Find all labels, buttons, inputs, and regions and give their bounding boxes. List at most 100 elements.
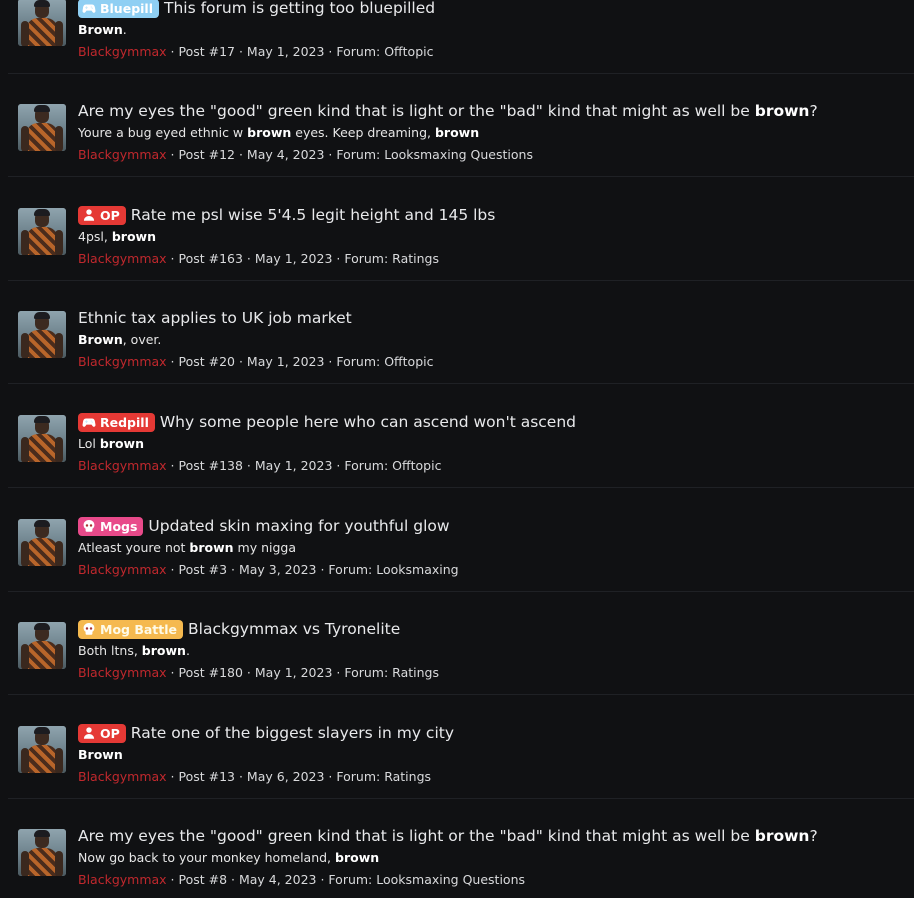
post-number[interactable]: Post #8 [178,872,227,887]
author-link[interactable]: Blackgymmax [78,872,167,887]
prefix-badge-op[interactable]: OP [78,205,126,225]
forum-link[interactable]: Looksmaxing Questions [376,872,525,887]
separator: · [316,872,329,887]
title-text[interactable]: Updated skin maxing for youthful glow [148,515,449,537]
title-fragment: This forum is getting too bluepilled [164,0,436,17]
title-text[interactable]: Why some people here who can ascend won'… [160,411,576,433]
title-fragment: Are my eyes the "good" green kind that i… [78,102,755,120]
separator: · [332,665,345,680]
post-number[interactable]: Post #17 [178,44,235,59]
forum-link[interactable]: Offtopic [384,44,433,59]
avatar[interactable] [18,104,66,151]
forum-label: Forum: [344,665,389,680]
separator: · [235,147,247,162]
prefix-label: Redpill [100,414,149,430]
avatar[interactable] [18,726,66,773]
forum-link[interactable]: Looksmaxing [376,562,458,577]
highlight-term: brown [434,125,480,140]
title-text[interactable]: Ethnic tax applies to UK job market [78,307,352,329]
author-link[interactable]: Blackgymmax [78,769,167,784]
post-number[interactable]: Post #3 [178,562,227,577]
result-title[interactable]: Are my eyes the "good" green kind that i… [78,825,818,847]
title-fragment: Rate one of the biggest slayers in my ci… [130,724,455,742]
row-divider [8,591,914,592]
avatar[interactable] [18,829,66,876]
post-number[interactable]: Post #12 [178,147,235,162]
highlight-term: Brown [78,22,123,37]
post-number[interactable]: Post #138 [178,458,242,473]
separator: · [242,665,255,680]
result-title[interactable]: Mog Battle Blackgymmax vs Tyronelite [78,618,400,640]
post-number[interactable]: Post #20 [178,354,235,369]
forum-link[interactable]: Offtopic [384,354,433,369]
gamepad-icon [82,1,100,15]
separator: · [235,769,247,784]
prefix-badge-mogbattle[interactable]: Mog Battle [78,619,184,639]
skull-icon [82,519,100,533]
avatar[interactable] [18,208,66,255]
highlight-term: brown [141,643,186,658]
author-link[interactable]: Blackgymmax [78,562,167,577]
prefix-badge-bluepill[interactable]: Bluepill [78,0,159,18]
separator: · [166,665,179,680]
result-title[interactable]: Ethnic tax applies to UK job market [78,307,352,329]
row-divider [8,176,914,177]
post-number[interactable]: Post #180 [178,665,242,680]
forum-link[interactable]: Offtopic [392,458,441,473]
separator: · [235,354,247,369]
author-link[interactable]: Blackgymmax [78,251,167,266]
result-snippet: Atleast youre not brown my nigga [78,539,296,557]
title-text[interactable]: Are my eyes the "good" green kind that i… [78,825,818,847]
author-link[interactable]: Blackgymmax [78,458,167,473]
title-fragment: Why some people here who can ascend won'… [159,413,576,431]
author-link[interactable]: Blackgymmax [78,44,167,59]
prefix-badge-redpill[interactable]: Redpill [78,412,155,432]
forum-link[interactable]: Ratings [392,665,439,680]
title-text[interactable]: Blackgymmax vs Tyronelite [188,618,400,640]
post-date: May 4, 2023 [246,147,325,162]
result-title[interactable]: OP Rate one of the biggest slayers in my … [78,722,454,744]
snippet-fragment: Youre a bug eyed ethnic w [78,125,248,140]
avatar[interactable] [18,0,66,46]
post-number[interactable]: Post #163 [178,251,242,266]
separator: · [324,769,337,784]
title-text[interactable]: Rate me psl wise 5'4.5 legit height and … [131,204,496,226]
prefix-badge-mogs[interactable]: Mogs [78,516,144,536]
result-title[interactable]: Redpill Why some people here who can asce… [78,411,576,433]
snippet-fragment: . [185,643,190,658]
post-date: May 1, 2023 [246,354,325,369]
separator: · [227,562,239,577]
prefix-label: Mogs [100,518,138,534]
title-text[interactable]: Are my eyes the "good" green kind that i… [78,100,818,122]
post-date: May 1, 2023 [254,458,333,473]
title-fragment: Rate me psl wise 5'4.5 legit height and … [130,206,496,224]
avatar[interactable] [18,311,66,358]
result-title[interactable]: Bluepill This forum is getting too bluepi… [78,0,435,19]
result-meta: Blackgymmax · Post #8 · May 4, 2023 · Fo… [78,871,525,889]
author-link[interactable]: Blackgymmax [78,354,167,369]
title-text[interactable]: Rate one of the biggest slayers in my ci… [131,722,454,744]
title-fragment: ? [809,827,818,845]
forum-link[interactable]: Ratings [384,769,431,784]
title-text[interactable]: This forum is getting too bluepilled [164,0,435,19]
result-title[interactable]: OP Rate me psl wise 5'4.5 legit height an… [78,204,495,226]
highlight-term: brown [335,850,380,865]
result-title[interactable]: Are my eyes the "good" green kind that i… [78,100,818,122]
author-link[interactable]: Blackgymmax [78,147,167,162]
result-snippet: Both ltns, brown. [78,642,190,660]
avatar[interactable] [18,415,66,462]
separator: · [166,251,179,266]
user-icon [82,208,100,222]
result-meta: Blackgymmax · Post #180 · May 1, 2023 · … [78,664,439,682]
author-link[interactable]: Blackgymmax [78,665,167,680]
prefix-badge-op[interactable]: OP [78,723,126,743]
gamepad-icon [82,415,100,429]
forum-link[interactable]: Looksmaxing Questions [384,147,533,162]
forum-link[interactable]: Ratings [392,251,439,266]
result-title[interactable]: Mogs Updated skin maxing for youthful glo… [78,515,450,537]
avatar[interactable] [18,519,66,566]
title-fragment: ? [809,102,818,120]
post-number[interactable]: Post #13 [178,769,235,784]
avatar[interactable] [18,622,66,669]
post-date: May 1, 2023 [254,251,333,266]
